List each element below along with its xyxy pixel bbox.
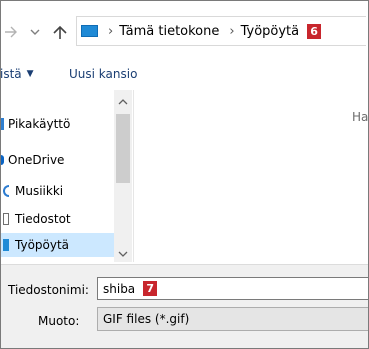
sidebar-item-label: OneDrive (8, 153, 65, 167)
forward-arrow-icon[interactable] (2, 20, 20, 44)
organize-button[interactable]: istä ▼ (0, 63, 34, 85)
onedrive-icon (0, 155, 4, 165)
filetype-label: Muoto: (38, 314, 80, 328)
organize-label: istä (0, 67, 22, 81)
computer-icon (81, 25, 98, 37)
navigation-scrollbar[interactable] (114, 90, 132, 262)
scroll-down-icon[interactable] (114, 245, 132, 262)
step-badge: 6 (307, 23, 322, 39)
chevron-right-icon: › (108, 23, 114, 39)
filename-input[interactable]: shiba 7 (97, 277, 369, 300)
sidebar-item-label: Tiedostot (15, 212, 71, 226)
quick-access-icon (0, 118, 4, 130)
step-badge: 7 (143, 281, 158, 296)
chevron-right-icon: › (229, 23, 235, 39)
sidebar-item-label: Musiikki (15, 184, 64, 198)
sidebar-item-label: Pikakäyttö (8, 117, 71, 131)
filetype-select[interactable]: GIF files (*.gif) (97, 307, 369, 331)
new-folder-button[interactable]: Uusi kansio (69, 63, 137, 85)
scroll-up-icon[interactable] (114, 93, 132, 110)
breadcrumb-desktop[interactable]: Työpöytä (241, 24, 300, 39)
caret-down-icon: ▼ (26, 69, 34, 79)
navigation-bar: › Tämä tietokone › Työpöytä 6 (0, 0, 369, 63)
sidebar-item-music[interactable]: Musiikki (0, 179, 114, 203)
sidebar-item-quick-access[interactable]: Pikakäyttö (0, 112, 114, 136)
sidebar-item-documents[interactable]: Tiedostot (0, 207, 114, 231)
save-as-dialog: › Tämä tietokone › Työpöytä 6 istä ▼ Uus… (0, 0, 369, 349)
command-bar: istä ▼ Uusi kansio (0, 63, 369, 85)
file-list-area[interactable]: Ha (133, 90, 369, 262)
music-icon (3, 185, 9, 197)
empty-folder-hint: Ha (352, 110, 369, 124)
address-bar[interactable]: › Tämä tietokone › Työpöytä 6 (76, 16, 366, 46)
up-arrow-icon[interactable] (50, 20, 70, 44)
sidebar-item-label: Työpöytä (15, 238, 70, 252)
filetype-value: GIF files (*.gif) (103, 312, 190, 326)
filename-label: Tiedostonimi: (8, 283, 89, 297)
filename-value: shiba (103, 281, 136, 296)
documents-icon (3, 213, 9, 225)
recent-locations-chevron-icon[interactable] (28, 20, 42, 44)
breadcrumb-this-pc[interactable]: Tämä tietokone (119, 24, 219, 39)
desktop-icon (3, 239, 9, 251)
scrollbar-thumb[interactable] (116, 114, 130, 183)
sidebar-item-onedrive[interactable]: OneDrive (0, 148, 114, 172)
sidebar-item-desktop[interactable]: Työpöytä (0, 233, 114, 257)
navigation-pane: Pikakäyttö OneDrive Musiikki Tiedostot T… (0, 90, 114, 262)
